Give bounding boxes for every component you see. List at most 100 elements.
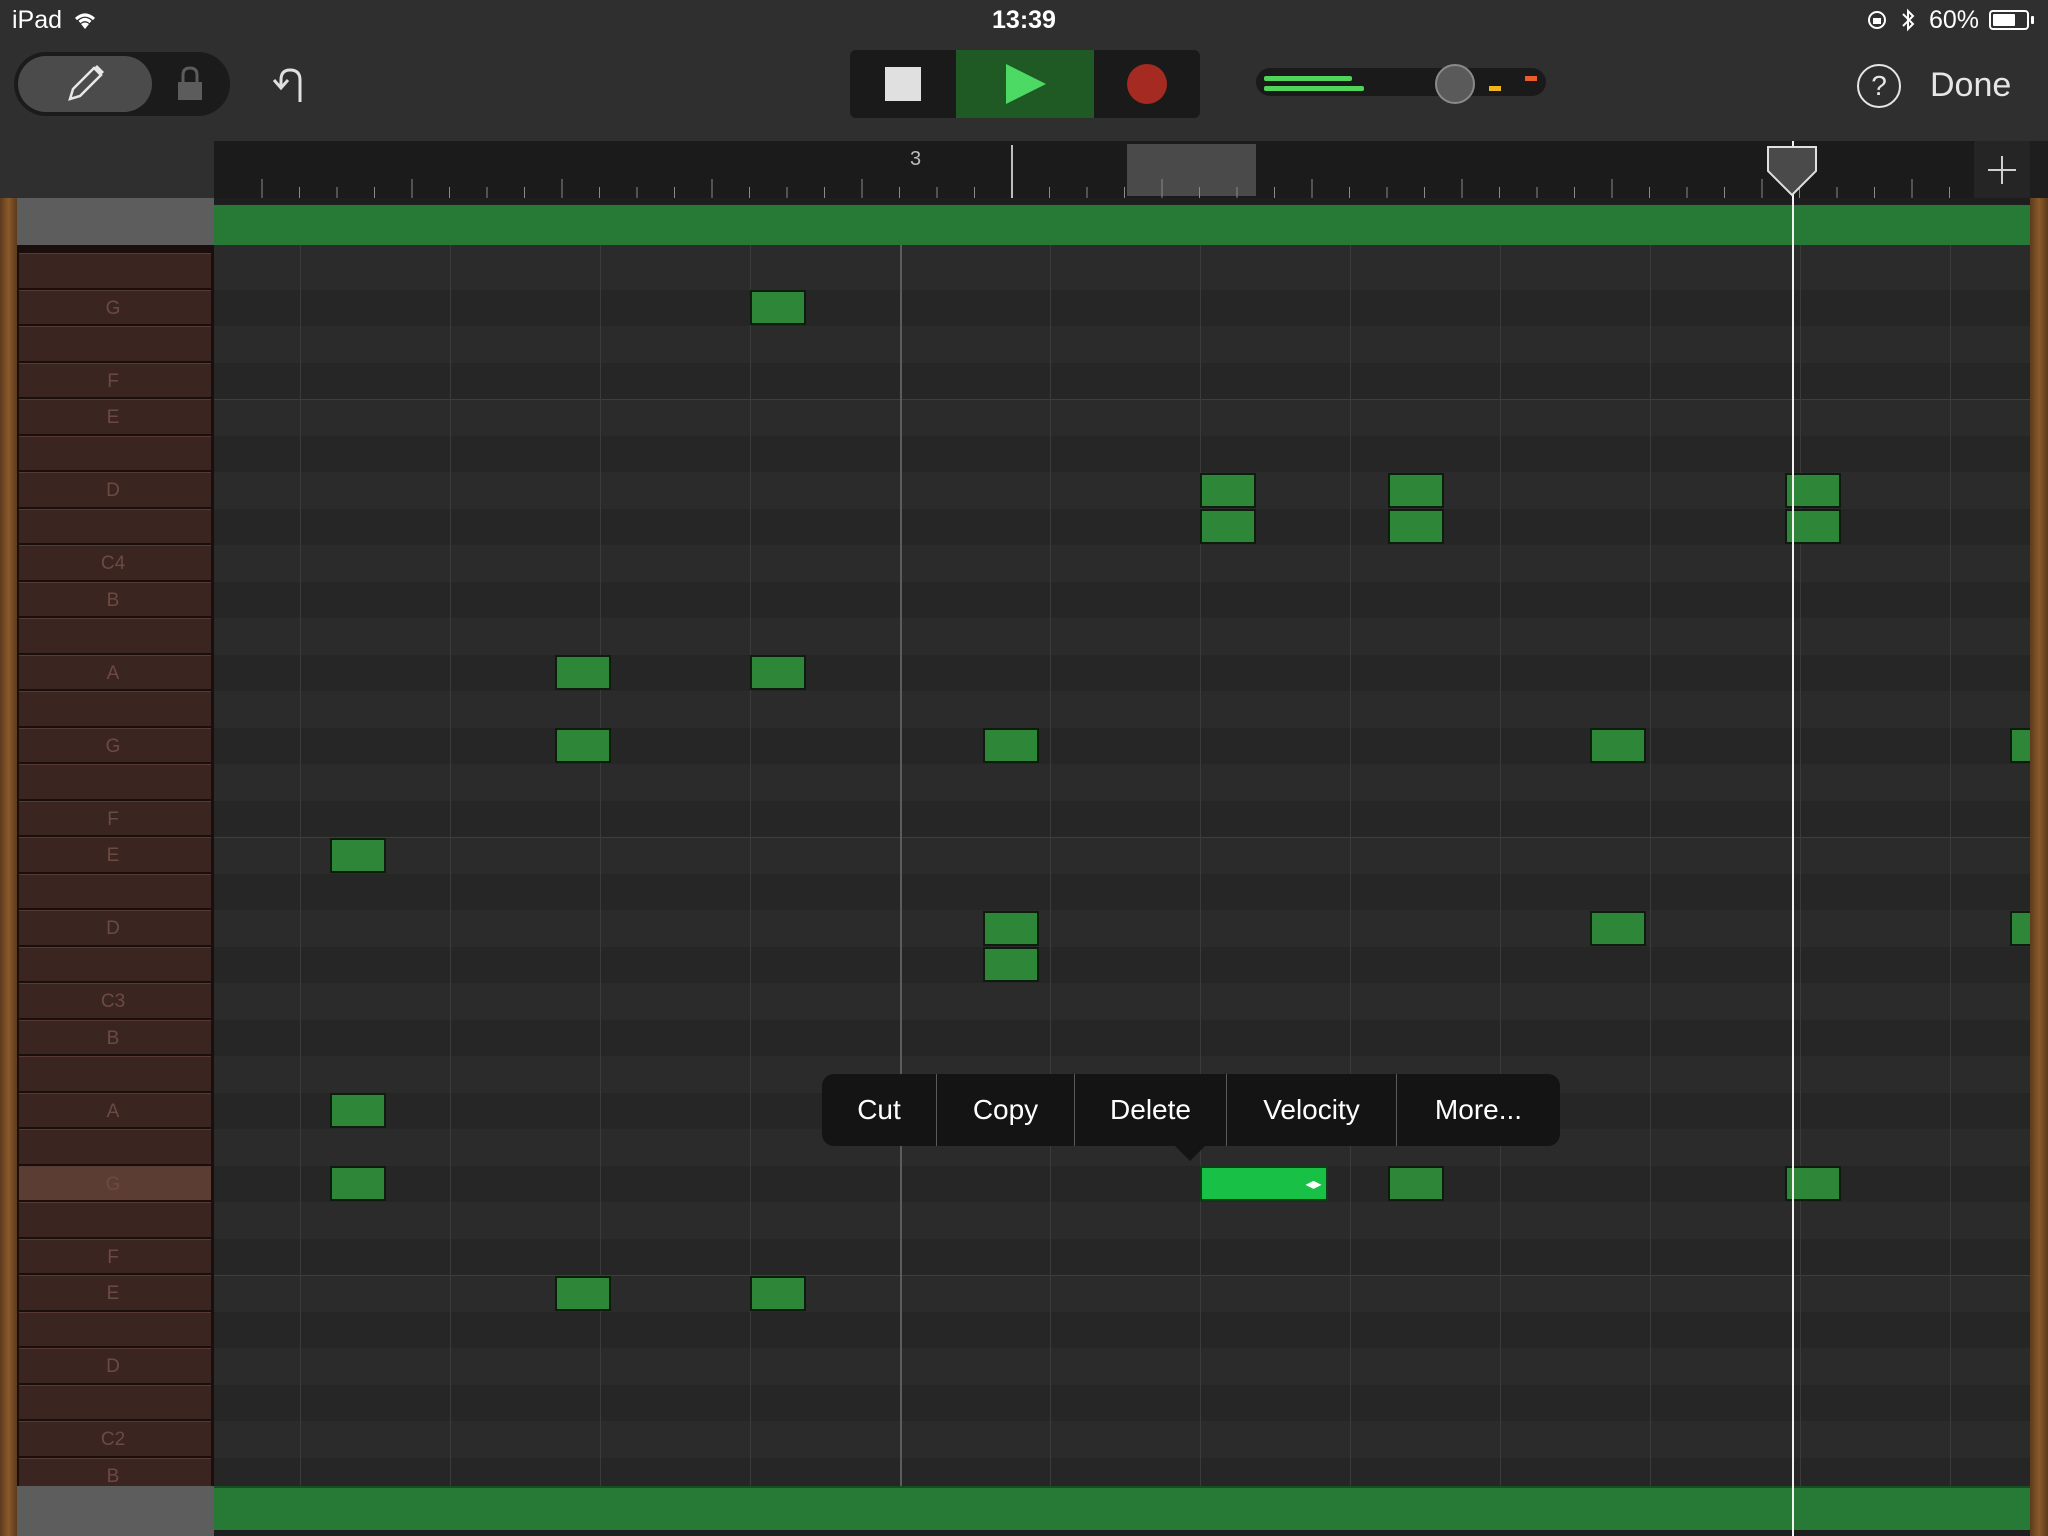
piano-key[interactable] xyxy=(19,1311,211,1346)
piano-roll-grid[interactable]: ◂▸ xyxy=(214,245,2030,1486)
midi-note[interactable] xyxy=(555,728,612,763)
piano-key[interactable] xyxy=(19,1384,211,1419)
selected-note[interactable]: ◂▸ xyxy=(1200,1166,1328,1201)
grid-row xyxy=(214,508,2030,546)
wood-frame-left xyxy=(0,198,17,1536)
piano-key[interactable] xyxy=(19,435,211,470)
midi-note[interactable] xyxy=(982,947,1039,982)
key-label: A xyxy=(106,1100,120,1122)
delete-menu-item[interactable]: Delete xyxy=(1075,1074,1226,1146)
resize-handle-icon[interactable]: ◂▸ xyxy=(1305,1174,1321,1194)
grid-row xyxy=(214,253,2030,290)
key-label: A xyxy=(106,662,120,684)
midi-note[interactable] xyxy=(555,1275,612,1311)
midi-note[interactable] xyxy=(330,837,387,873)
piano-keyboard[interactable]: G F E D C4 B A G F E D C3 B A G F E D C2 B xyxy=(17,245,214,1486)
record-button[interactable] xyxy=(1094,50,1200,118)
grid-row xyxy=(214,946,2030,984)
piano-key[interactable] xyxy=(19,946,211,981)
grid-row xyxy=(214,581,2030,619)
region-bar-top[interactable] xyxy=(214,205,2030,248)
help-button[interactable]: ? xyxy=(1857,64,1901,108)
key-label: C4 xyxy=(100,553,126,574)
grid-row xyxy=(214,326,2030,363)
ruler-corner xyxy=(0,141,214,198)
midi-note[interactable] xyxy=(330,1093,387,1128)
piano-key[interactable] xyxy=(19,873,211,908)
key-label: E xyxy=(106,407,120,428)
grid-row xyxy=(214,1348,2030,1385)
piano-key[interactable] xyxy=(19,1129,211,1164)
key-label: B xyxy=(106,1465,120,1487)
octave-line xyxy=(214,1275,2030,1276)
midi-note[interactable] xyxy=(330,1166,387,1201)
level-meter-left xyxy=(1264,76,1352,81)
done-button[interactable]: Done xyxy=(1930,58,2036,112)
playhead[interactable] xyxy=(1792,141,1794,1536)
midi-note[interactable] xyxy=(1387,472,1444,508)
key-label: F xyxy=(107,1246,119,1268)
midi-note[interactable] xyxy=(982,910,1039,946)
beat-line xyxy=(1200,245,1201,1486)
bar-number: 3 xyxy=(910,148,922,170)
midi-note[interactable] xyxy=(1200,472,1257,508)
grid-row xyxy=(214,1165,2030,1203)
octave-line xyxy=(214,837,2030,838)
level-meter-right xyxy=(1264,86,1364,91)
region-bar-bottom[interactable] xyxy=(214,1486,2030,1530)
grid-row xyxy=(214,1275,2030,1312)
key-label: D xyxy=(106,480,120,501)
grid-row xyxy=(214,472,2030,509)
volume-slider[interactable] xyxy=(1256,68,1546,96)
playhead-handle[interactable] xyxy=(1766,145,1818,197)
midi-note[interactable] xyxy=(750,655,807,690)
piano-key[interactable] xyxy=(19,253,211,288)
piano-key[interactable] xyxy=(19,691,211,726)
key-label: E xyxy=(106,845,120,866)
piano-key[interactable] xyxy=(19,326,211,361)
orientation-lock-icon xyxy=(1868,11,1886,29)
grid-row xyxy=(214,618,2030,655)
battery-percent: 60% xyxy=(1929,6,1980,34)
grid-row xyxy=(214,362,2030,400)
midi-note[interactable] xyxy=(750,290,807,325)
piano-key[interactable] xyxy=(19,764,211,799)
copy-menu-item[interactable]: Copy xyxy=(937,1074,1074,1146)
grid-row xyxy=(214,1202,2030,1239)
more-menu-item[interactable]: More... xyxy=(1397,1074,1560,1146)
volume-knob[interactable] xyxy=(1435,64,1475,104)
velocity-menu-item[interactable]: Velocity xyxy=(1227,1074,1396,1146)
key-label: C2 xyxy=(100,1429,126,1450)
stop-button[interactable] xyxy=(850,50,956,118)
peak-indicator-yellow xyxy=(1489,86,1501,91)
beat-line xyxy=(1650,245,1651,1486)
cut-menu-item[interactable]: Cut xyxy=(822,1074,936,1146)
midi-note[interactable] xyxy=(750,1275,807,1311)
pencil-button[interactable] xyxy=(18,56,152,112)
grid-row xyxy=(214,435,2030,473)
piano-key[interactable] xyxy=(19,1202,211,1237)
midi-note[interactable] xyxy=(1200,509,1257,544)
midi-note[interactable] xyxy=(1590,728,1647,763)
key-label: E xyxy=(106,1283,120,1304)
play-button[interactable] xyxy=(956,50,1094,118)
undo-button[interactable] xyxy=(262,56,318,112)
midi-note[interactable] xyxy=(1590,910,1647,946)
key-label: G xyxy=(105,297,121,319)
grid-row xyxy=(214,1019,2030,1057)
key-label: G xyxy=(105,1173,121,1195)
midi-note[interactable] xyxy=(2010,910,2030,946)
midi-note[interactable] xyxy=(1387,1166,1444,1201)
piano-key[interactable] xyxy=(19,1056,211,1091)
beat-line xyxy=(1050,245,1051,1486)
piano-key[interactable] xyxy=(19,508,211,543)
midi-note[interactable] xyxy=(555,655,612,690)
add-section-button[interactable] xyxy=(1974,141,2030,198)
midi-note[interactable] xyxy=(1387,509,1444,544)
note-context-menu: Cut Copy Delete Velocity More... xyxy=(822,1074,1560,1146)
grid-row xyxy=(214,983,2030,1020)
midi-note[interactable] xyxy=(2010,728,2030,763)
piano-key[interactable] xyxy=(19,618,211,653)
lock-button[interactable] xyxy=(160,56,220,112)
midi-note[interactable] xyxy=(982,728,1039,763)
